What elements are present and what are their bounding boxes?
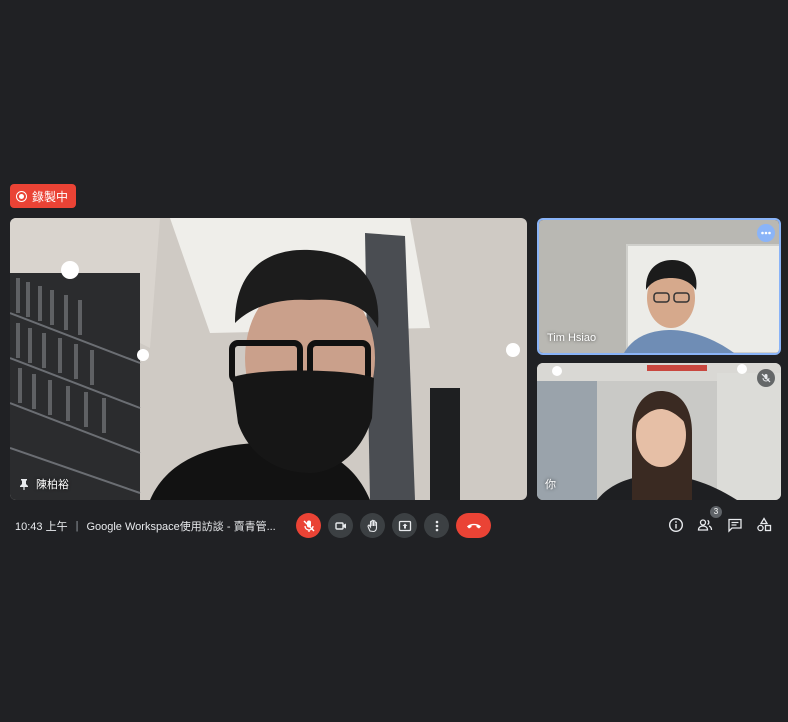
pin-icon[interactable]: [18, 478, 30, 490]
chat-icon: [728, 518, 742, 533]
self-name-label: 你: [545, 476, 556, 492]
meeting-title[interactable]: Google Workspace使用訪談 - 賣青管...: [86, 518, 275, 534]
self-video-feed: [537, 363, 781, 500]
activities-button[interactable]: [753, 514, 775, 536]
record-icon: [16, 190, 27, 202]
end-call-button[interactable]: [456, 513, 491, 538]
main-video-feed: [10, 218, 527, 500]
participant-name-label: Tim Hsiao: [547, 332, 596, 344]
recording-badge: 錄製中: [10, 184, 77, 208]
participant-name: Tim Hsiao: [547, 332, 597, 344]
mic-off-icon: [302, 519, 315, 532]
present-icon: [398, 520, 411, 531]
recording-label: 錄製中: [32, 189, 69, 204]
participant-tile-tim[interactable]: Tim Hsiao: [537, 218, 781, 355]
clock-time: 10:43 上午: [15, 521, 68, 533]
main-tile-name: 陳柏裕: [36, 479, 69, 491]
more-vert-icon: [435, 520, 438, 531]
camera-toggle-button[interactable]: [328, 513, 353, 538]
chat-button[interactable]: [724, 514, 746, 536]
mic-toggle-button[interactable]: [296, 513, 321, 538]
camera-icon: [334, 521, 346, 530]
main-tile-name-label: 陳柏裕: [18, 476, 69, 492]
more-options-button[interactable]: [424, 513, 449, 538]
bottom-control-bar: 10:43 上午 | Google Workspace使用訪談 - 賣青管...: [0, 506, 788, 540]
meeting-details-button[interactable]: [665, 514, 687, 536]
present-screen-button[interactable]: [392, 513, 417, 538]
raise-hand-icon: [366, 519, 377, 532]
info-icon: [668, 517, 684, 533]
main-video-tile[interactable]: 陳柏裕: [10, 218, 527, 500]
people-count-badge: 3: [710, 506, 722, 518]
separator: |: [75, 520, 79, 532]
participant-tile-self[interactable]: 你: [537, 363, 781, 500]
people-button[interactable]: 3: [694, 506, 722, 536]
activities-icon: [757, 517, 772, 532]
mic-off-icon: [757, 369, 775, 387]
end-call-icon: [466, 523, 481, 528]
meeting-info: 10:43 上午 | Google Workspace使用訪談 - 賣青管...: [15, 518, 276, 534]
raise-hand-button[interactable]: [360, 513, 385, 538]
people-icon: [697, 519, 713, 531]
more-options-icon[interactable]: [757, 224, 775, 242]
self-name: 你: [545, 479, 556, 491]
